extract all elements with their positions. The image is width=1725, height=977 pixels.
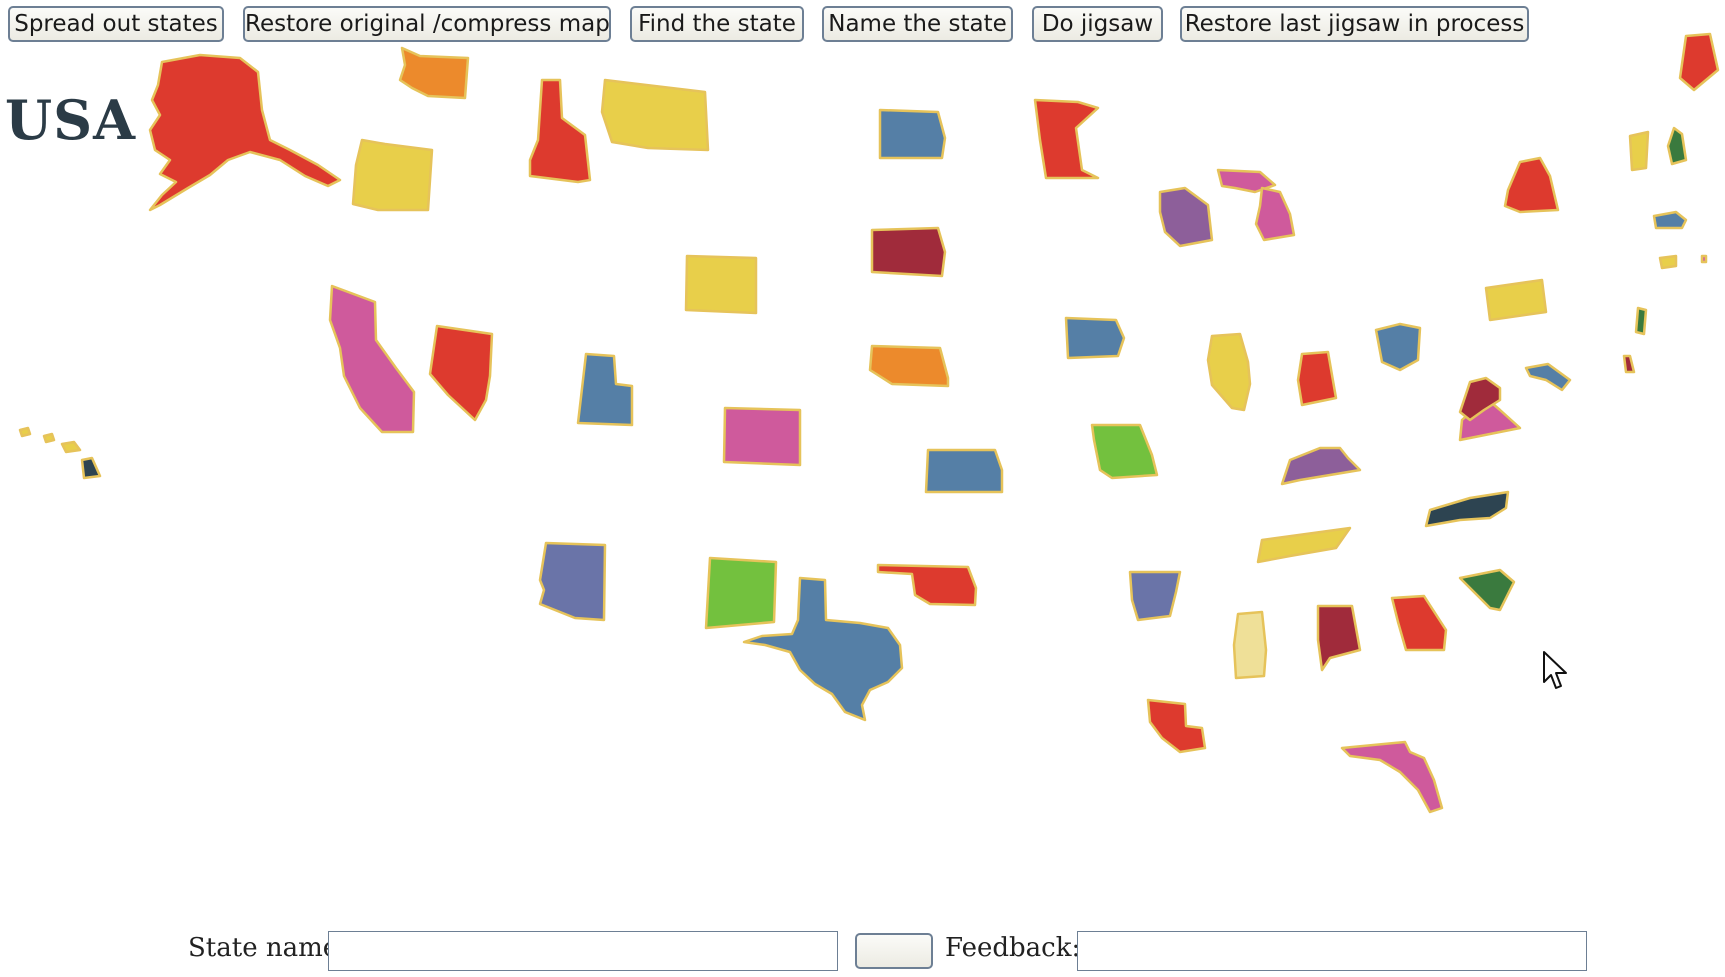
state-piece-wyoming[interactable]	[684, 254, 758, 315]
state-piece-indiana[interactable]	[1296, 350, 1338, 407]
state-piece-massachusetts[interactable]	[1652, 210, 1688, 230]
state-piece-utah[interactable]	[576, 352, 634, 427]
state-piece-new-jersey[interactable]	[1634, 306, 1648, 336]
state-piece-hawaii-4[interactable]	[80, 456, 102, 480]
state-piece-mississippi[interactable]	[1232, 610, 1268, 680]
state-piece-maryland[interactable]	[1524, 362, 1572, 392]
feedback-field	[1077, 931, 1587, 971]
state-piece-alaska[interactable]	[148, 53, 342, 212]
state-piece-new-mexico[interactable]	[704, 556, 778, 630]
state-piece-iowa[interactable]	[1064, 316, 1126, 360]
state-piece-arkansas[interactable]	[1128, 570, 1182, 622]
state-piece-hawaii-3[interactable]	[60, 440, 82, 454]
state-name-input[interactable]	[328, 931, 838, 971]
state-piece-nevada[interactable]	[428, 324, 494, 422]
submit-button[interactable]	[855, 933, 933, 969]
state-piece-florida[interactable]	[1340, 740, 1444, 814]
state-piece-arizona[interactable]	[538, 541, 607, 622]
state-piece-colorado[interactable]	[722, 406, 802, 467]
state-name-label: State name:	[188, 933, 347, 963]
state-piece-south-dakota[interactable]	[870, 226, 947, 278]
state-piece-north-dakota[interactable]	[878, 108, 947, 160]
state-piece-california[interactable]	[328, 284, 416, 434]
state-piece-maine[interactable]	[1678, 32, 1720, 92]
state-piece-nebraska[interactable]	[868, 344, 950, 388]
state-piece-hawaii-1[interactable]	[18, 426, 32, 438]
state-piece-wisconsin[interactable]	[1158, 186, 1214, 248]
state-piece-new-york[interactable]	[1503, 156, 1560, 214]
state-pieces-board	[18, 32, 1720, 814]
state-piece-tennessee[interactable]	[1256, 526, 1352, 564]
state-piece-north-carolina[interactable]	[1424, 490, 1510, 528]
state-piece-missouri[interactable]	[1090, 423, 1159, 480]
state-piece-minnesota[interactable]	[1033, 98, 1100, 180]
state-piece-idaho[interactable]	[528, 78, 592, 184]
state-piece-new-hampshire[interactable]	[1666, 126, 1688, 166]
state-piece-oklahoma[interactable]	[876, 563, 978, 607]
state-piece-kansas[interactable]	[924, 448, 1004, 494]
answer-form: State name: Feedback:	[0, 925, 1725, 975]
state-piece-oregon[interactable]	[351, 138, 434, 212]
feedback-label: Feedback:	[945, 933, 1081, 963]
state-piece-kentucky[interactable]	[1280, 446, 1362, 486]
state-piece-montana[interactable]	[600, 78, 710, 152]
state-piece-illinois[interactable]	[1206, 332, 1252, 412]
state-piece-washington[interactable]	[398, 46, 470, 100]
state-piece-pennsylvania[interactable]	[1484, 278, 1548, 322]
state-piece-hawaii-2[interactable]	[42, 432, 56, 444]
state-piece-rhode-island[interactable]	[1700, 254, 1708, 264]
state-piece-vermont[interactable]	[1628, 130, 1650, 172]
state-piece-louisiana[interactable]	[1146, 698, 1207, 754]
state-piece-connecticut[interactable]	[1658, 254, 1678, 270]
state-piece-delaware[interactable]	[1622, 354, 1636, 374]
arrow-pointer-icon	[1542, 650, 1568, 694]
state-piece-michigan-lower[interactable]	[1254, 186, 1296, 242]
state-piece-ohio[interactable]	[1374, 322, 1422, 372]
state-piece-south-carolina[interactable]	[1458, 568, 1516, 612]
state-piece-georgia[interactable]	[1390, 594, 1448, 652]
state-piece-alabama[interactable]	[1316, 604, 1362, 672]
